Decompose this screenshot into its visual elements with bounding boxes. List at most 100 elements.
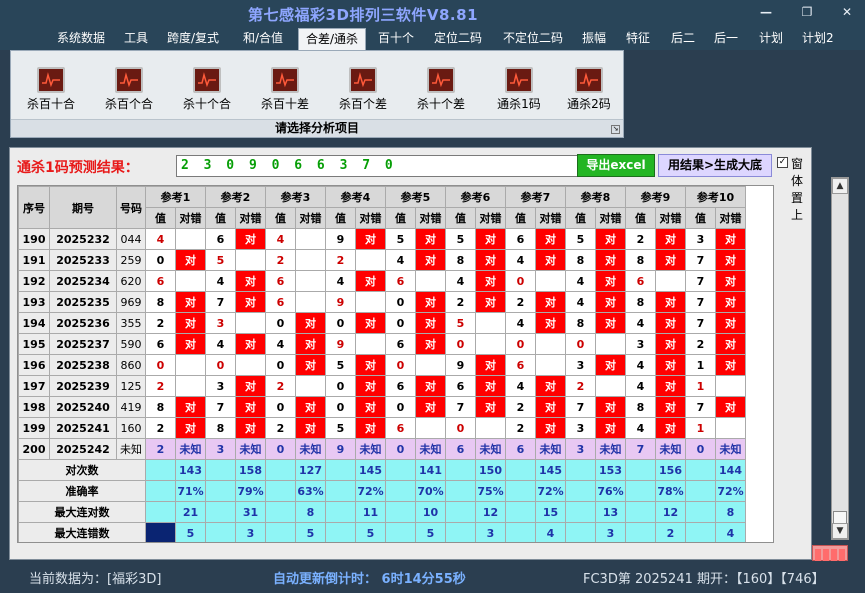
- ref-hit: 对: [355, 270, 386, 292]
- always-on-top-checkbox[interactable]: ✓: [777, 157, 788, 168]
- scroll-down-icon[interactable]: ▼: [832, 523, 848, 539]
- stats-spacer: [445, 501, 476, 523]
- menu-item-11[interactable]: 后一: [707, 28, 745, 50]
- table-row[interactable]: 193 2025235 969 8 对 7 对 6 9 0 对 2 对 2 对 4 对 8 对 7 对: [18, 291, 746, 313]
- ref-hit: 对: [535, 417, 566, 439]
- menu-item-5[interactable]: 百十个: [371, 28, 421, 50]
- ref-value: 6: [145, 333, 176, 355]
- ref-value: 2: [325, 249, 356, 271]
- menu-item-12[interactable]: 计划: [752, 28, 790, 50]
- menu-item-2[interactable]: 跨度/复式: [160, 28, 226, 50]
- ref-hit: 对: [415, 375, 446, 397]
- ref-hit: 对: [535, 396, 566, 418]
- ribbon-button-5[interactable]: 杀十个差: [406, 65, 476, 115]
- ribbon-button-0[interactable]: 杀百十合: [16, 65, 86, 115]
- ref-value: 4: [625, 312, 656, 334]
- menu-item-0[interactable]: 系统数据: [50, 28, 112, 50]
- generate-base-button[interactable]: 用结果>生成大底: [658, 154, 772, 177]
- table-row[interactable]: 194 2025236 355 2 对 3 0 对 0 对 0 对 5 4 对 8 对 4 对 7 对: [18, 312, 746, 334]
- ref-hit: 对: [355, 375, 386, 397]
- ribbon-button-1[interactable]: 杀百个合: [94, 65, 164, 115]
- ref-value: 5: [325, 354, 356, 376]
- ref-value: 4: [505, 249, 536, 271]
- menu-item-10[interactable]: 后二: [664, 28, 702, 50]
- stats-value: 63%: [295, 480, 326, 502]
- close-icon[interactable]: ✕: [837, 4, 857, 20]
- row-code: 860: [116, 354, 146, 376]
- table-row[interactable]: 196 2025238 860 0 0 0 对 5 对 0 9 对 6 3 对 4 对 1 对: [18, 354, 746, 376]
- ref-value: 2: [505, 417, 536, 439]
- ref-value: 0: [145, 249, 176, 271]
- column-header-ref-10: 参考10: [685, 186, 746, 208]
- ribbon-button-4[interactable]: 杀百个差: [328, 65, 398, 115]
- ribbon-button-label: 杀百个合: [104, 97, 153, 111]
- restore-icon[interactable]: ❐: [797, 4, 817, 20]
- stats-value: 78%: [655, 480, 686, 502]
- ref-hit: 对: [595, 312, 626, 334]
- minimize-icon[interactable]: —: [756, 4, 776, 20]
- ref-value: 4: [385, 249, 416, 271]
- ribbon-button-3[interactable]: 杀百十差: [250, 65, 320, 115]
- ref-value: 0: [385, 438, 416, 460]
- ref-hit: 对: [175, 249, 206, 271]
- stats-spacer: [565, 480, 596, 502]
- ref-hit: 对: [235, 375, 266, 397]
- stats-spacer: [625, 480, 656, 502]
- scroll-up-icon[interactable]: ▲: [832, 178, 848, 194]
- column-header-ref-9: 参考9: [625, 186, 686, 208]
- row-code: 969: [116, 291, 146, 313]
- ref-value: 6: [265, 270, 296, 292]
- data-grid[interactable]: 序号 期号 号码 参考1 参考2 参考3 参考4 参考5 参考6 参考7 参考8 参考9 参考10…: [17, 185, 774, 543]
- table-row[interactable]: 195 2025237 590 6 对 4 对 4 对 9 6 对 0 0 0 3 对 2 对: [18, 333, 746, 355]
- vertical-scrollbar[interactable]: ▲ ▼: [831, 177, 849, 540]
- menu-item-7[interactable]: 不定位二码: [496, 28, 570, 50]
- stats-spacer: [265, 459, 296, 481]
- subheader-value: 值: [385, 207, 416, 229]
- table-row[interactable]: 198 2025240 419 8 对 7 对 0 对 0 对 0 对 7 对 2 对 7 对 8 对 7 对: [18, 396, 746, 418]
- ref-value: 4: [505, 375, 536, 397]
- ribbon-button-2[interactable]: 杀十个合: [172, 65, 242, 115]
- ref-hit: 对: [355, 354, 386, 376]
- ref-hit: 对: [715, 291, 746, 313]
- menu-item-6[interactable]: 定位二码: [427, 28, 489, 50]
- subheader-hit: 对错: [235, 207, 266, 229]
- column-header-ref-3: 参考3: [265, 186, 326, 208]
- table-row[interactable]: 190 2025232 044 4 6 对 4 9 对 5 对 5 对 6 对 5 对 2 对 3 对: [18, 228, 746, 250]
- table-row[interactable]: 192 2025234 620 6 4 对 6 4 对 6 4 对 0 4 对 6 7 对: [18, 270, 746, 292]
- ribbon-button-label: 杀十个合: [182, 97, 231, 111]
- ribbon-button-6[interactable]: 通杀1码: [484, 65, 554, 115]
- stats-spacer: [385, 501, 416, 523]
- table-row-pending[interactable]: 200 2025242 未知 2 未知 3 未知 0 未知 9 未知 0 未知 6 未知 6 未知 3 未知 7 未知 0…: [18, 438, 746, 460]
- menu-item-13[interactable]: 计划2: [795, 28, 841, 50]
- stats-value: 158: [235, 459, 266, 481]
- menu-item-3[interactable]: 和/合值: [236, 28, 290, 50]
- export-excel-button[interactable]: 导出excel: [577, 154, 655, 177]
- ribbon-caption-text: 请选择分析项目: [274, 121, 359, 135]
- chart-icon: [115, 67, 143, 93]
- result-field[interactable]: 2 3 0 9 0 6 6 3 7 0: [176, 155, 578, 177]
- ref-hit: [295, 249, 326, 271]
- ribbon-button-7[interactable]: 通杀2码: [554, 65, 624, 115]
- progress-indicator: [812, 545, 848, 561]
- stats-row: 最大连错数 5 3 5 5 5 3 4 3 2 4: [18, 522, 746, 542]
- ref-value: 3: [205, 438, 236, 460]
- ref-hit: 对: [535, 375, 566, 397]
- table-row[interactable]: 197 2025239 125 2 3 对 2 0 对 6 对 6 对 4 对 2 4 对 1: [18, 375, 746, 397]
- chart-icon: [505, 67, 533, 93]
- status-issue: FC3D第 2025241 期开：【160】【746】: [583, 572, 825, 587]
- result-label: 通杀1码预测结果：: [17, 160, 139, 176]
- menu-item-4[interactable]: 合差/通杀: [298, 28, 367, 51]
- table-row[interactable]: 199 2025241 160 2 对 8 对 2 对 5 对 6 0 2 对 3 对 4 对 1: [18, 417, 746, 439]
- row-index: 197: [18, 375, 50, 397]
- ribbon-launcher-icon[interactable]: ↘: [611, 125, 620, 134]
- stats-spacer: [685, 522, 716, 542]
- table-row[interactable]: 191 2025233 259 0 对 5 2 2 4 对 8 对 4 对 8 对 8 对 7 对: [18, 249, 746, 271]
- ref-value: 4: [625, 417, 656, 439]
- row-period: 2025235: [49, 291, 117, 313]
- row-period: 2025242: [49, 438, 117, 460]
- menu-item-1[interactable]: 工具: [117, 28, 155, 50]
- subheader-hit: 对错: [595, 207, 626, 229]
- ref-value: 2: [265, 249, 296, 271]
- menu-item-9[interactable]: 特征: [619, 28, 657, 50]
- menu-item-8[interactable]: 振幅: [575, 28, 613, 50]
